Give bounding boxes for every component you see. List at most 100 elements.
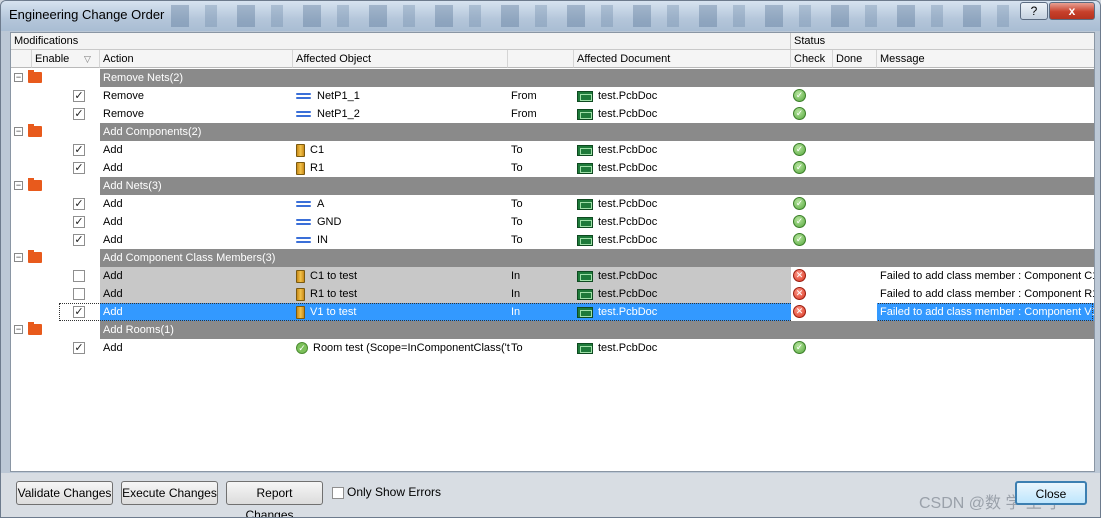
folder-icon <box>28 250 42 263</box>
affected-document-cell: test.PcbDoc <box>577 285 787 303</box>
message-cell <box>880 339 1094 357</box>
changes-grid[interactable]: Modifications Status Enable ▽ Action Aff… <box>10 32 1095 472</box>
enable-checkbox[interactable]: ✓ <box>73 90 85 102</box>
enable-checkbox[interactable]: ✓ <box>73 108 85 120</box>
affected-object-cell: ✓ Room test (Scope=InComponentClass('te <box>296 339 510 357</box>
affected-document-column-header[interactable]: Affected Document <box>574 50 791 68</box>
action-column-header[interactable]: Action <box>100 50 293 68</box>
action-cell: Add <box>103 162 123 174</box>
group-row[interactable]: − Add Component Class Members(3) <box>11 249 1094 267</box>
enable-column-header[interactable]: Enable ▽ <box>32 50 100 68</box>
message-cell: Failed to add class member : Component V… <box>880 306 1094 318</box>
affected-document-text: test.PcbDoc <box>598 162 658 174</box>
change-row[interactable]: ✓ Add V1 to test In test.PcbDoc ✕ Failed to ad… <box>11 303 1094 321</box>
validate-changes-button[interactable]: Validate Changes <box>16 481 113 505</box>
affected-document-cell: test.PcbDoc <box>577 303 787 321</box>
change-row[interactable]: ✓ Add IN To test.PcbDoc ✓ <box>11 231 1094 249</box>
check-ok-icon: ✓ <box>793 107 806 120</box>
affected-object-text: NetP1_1 <box>317 90 360 102</box>
group-row[interactable]: − Add Nets(3) <box>11 177 1094 195</box>
affected-document-text: test.PcbDoc <box>598 342 658 354</box>
change-row[interactable]: ✓ Remove NetP1_2 From test.PcbDoc ✓ <box>11 105 1094 123</box>
affected-document-cell: test.PcbDoc <box>577 231 787 249</box>
pcb-document-icon <box>577 90 593 102</box>
enable-checkbox[interactable]: ✓ <box>73 162 85 174</box>
check-ok-icon: ✓ <box>793 233 806 246</box>
affected-object-text: GND <box>317 216 342 228</box>
affected-object-column-header[interactable]: Affected Object <box>293 50 508 68</box>
close-button[interactable]: Close <box>1015 481 1087 505</box>
group-label: Remove Nets(2) <box>100 69 1094 87</box>
change-row[interactable]: ✓ Add C1 To test.PcbDoc ✓ <box>11 141 1094 159</box>
change-row[interactable]: ✓ Add GND To test.PcbDoc ✓ <box>11 213 1094 231</box>
pcb-document-icon <box>577 198 593 210</box>
enable-checkbox[interactable]: ✓ <box>73 342 85 354</box>
change-row[interactable]: Add R1 to test In test.PcbDoc ✕ Failed to add… <box>11 285 1094 303</box>
change-row[interactable]: ✓ Add R1 To test.PcbDoc ✓ <box>11 159 1094 177</box>
group-label: Add Components(2) <box>100 123 1094 141</box>
affected-object-cell: R1 to test <box>296 285 510 303</box>
blurred-background-strip <box>171 5 1011 27</box>
group-row[interactable]: − Add Components(2) <box>11 123 1094 141</box>
affected-object-text: R1 <box>310 162 325 174</box>
collapse-toggle-icon[interactable]: − <box>14 127 23 136</box>
affected-object-text: R1 to test <box>310 288 358 300</box>
check-column-header[interactable]: Check <box>791 50 833 68</box>
enable-checkbox[interactable]: ✓ <box>73 216 85 228</box>
group-row[interactable]: − Add Rooms(1) <box>11 321 1094 339</box>
message-cell <box>880 159 1094 177</box>
change-row[interactable]: ✓ Add A To test.PcbDoc ✓ <box>11 195 1094 213</box>
message-cell <box>880 231 1094 249</box>
change-row[interactable]: ✓ Add ✓ Room test (Scope=InComponentClass('… <box>11 339 1094 357</box>
only-show-errors-checkbox[interactable] <box>332 487 344 499</box>
execute-changes-button[interactable]: Execute Changes <box>121 481 218 505</box>
enable-checkbox[interactable]: ✓ <box>73 144 85 156</box>
enable-header-label: Enable <box>35 53 70 65</box>
message-cell: Failed to add class member : Component R… <box>880 288 1094 300</box>
affected-object-cell: IN <box>296 231 510 249</box>
affected-object-cell: NetP1_2 <box>296 105 510 123</box>
collapse-toggle-icon[interactable]: − <box>14 325 23 334</box>
direction-cell: To <box>511 216 523 228</box>
title-bar[interactable]: Engineering Change Order ? x <box>1 1 1100 31</box>
done-column-header[interactable]: Done <box>833 50 877 68</box>
net-icon <box>296 109 312 119</box>
direction-cell: To <box>511 162 523 174</box>
affected-object-text: NetP1_2 <box>317 108 360 120</box>
direction-cell: To <box>511 198 523 210</box>
direction-column-header[interactable] <box>508 50 574 68</box>
status-header: Status <box>791 33 1094 50</box>
expander-column-header <box>11 50 32 68</box>
enable-checkbox[interactable] <box>73 270 85 282</box>
component-icon <box>296 287 305 301</box>
affected-object-cell: R1 <box>296 159 510 177</box>
check-ok-icon: ✓ <box>793 341 806 354</box>
pcb-document-icon <box>577 234 593 246</box>
help-button[interactable]: ? <box>1020 2 1048 20</box>
pcb-document-icon <box>577 216 593 228</box>
collapse-toggle-icon[interactable]: − <box>14 181 23 190</box>
component-icon <box>296 143 305 157</box>
group-row[interactable]: − Remove Nets(2) <box>11 69 1094 87</box>
enable-checkbox[interactable]: ✓ <box>73 234 85 246</box>
message-cell <box>880 105 1094 123</box>
window-close-button[interactable]: x <box>1049 2 1095 20</box>
sort-arrow-icon: ▽ <box>84 54 91 64</box>
change-row[interactable]: Add C1 to test In test.PcbDoc ✕ Failed to add… <box>11 267 1094 285</box>
enable-checkbox[interactable]: ✓ <box>73 306 85 318</box>
enable-checkbox[interactable] <box>73 288 85 300</box>
action-cell: Add <box>103 306 123 318</box>
message-column-header[interactable]: Message <box>877 50 1094 68</box>
change-row[interactable]: ✓ Remove NetP1_1 From test.PcbDoc ✓ <box>11 87 1094 105</box>
affected-document-text: test.PcbDoc <box>598 90 658 102</box>
collapse-toggle-icon[interactable]: − <box>14 253 23 262</box>
affected-object-cell: GND <box>296 213 510 231</box>
only-show-errors-label: Only Show Errors <box>347 485 442 499</box>
collapse-toggle-icon[interactable]: − <box>14 73 23 82</box>
enable-checkbox[interactable]: ✓ <box>73 198 85 210</box>
report-changes-button[interactable]: Report Changes... <box>226 481 323 517</box>
pcb-document-icon <box>577 306 593 318</box>
check-ok-icon: ✓ <box>793 89 806 102</box>
affected-document-text: test.PcbDoc <box>598 216 658 228</box>
affected-object-cell: C1 <box>296 141 510 159</box>
